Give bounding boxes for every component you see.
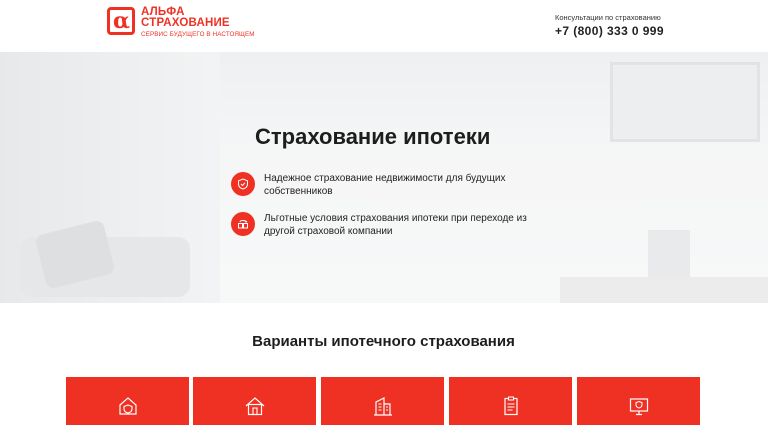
variant-tile-document[interactable] (449, 377, 572, 425)
house-icon (244, 395, 266, 425)
variant-tile-house-shield[interactable] (66, 377, 189, 425)
site-header: α АЛЬФА СТРАХОВАНИЕ СЕРВИС БУДУЩЕГО В НА… (0, 0, 768, 52)
page-title: Страхование ипотеки (255, 124, 491, 149)
monitor-shield-icon (628, 395, 650, 425)
logo-tagline: СЕРВИС БУДУЩЕГО В НАСТОЯЩЕМ (141, 31, 255, 38)
variant-tile-monitor-shield[interactable] (577, 377, 700, 425)
feature-text: Льготные условия страхования ипотеки при… (264, 213, 527, 237)
section-title: Варианты ипотечного страхования (252, 333, 515, 350)
hero-section: Страхование ипотеки Надежное страхование… (0, 52, 768, 303)
phone-link[interactable]: +7 (800) 333 0 999 (555, 23, 664, 39)
transfer-icon (231, 212, 255, 236)
variant-tile-building[interactable] (321, 377, 444, 425)
variants-section: Варианты ипотечного страхования (36, 303, 731, 425)
contact-block: Консультации по страхованию +7 (800) 333… (555, 13, 664, 39)
logo-line-2: СТРАХОВАНИЕ (141, 17, 230, 29)
alpha-logo-icon: α (107, 7, 135, 35)
feature-item: Надежное страхование недвижимости для бу… (231, 172, 534, 198)
house-shield-icon (117, 395, 139, 425)
shield-icon (231, 172, 255, 196)
feature-item: Льготные условия страхования ипотеки при… (231, 212, 534, 238)
feature-text: Надежное страхование недвижимости для бу… (264, 173, 506, 197)
logo-text: АЛЬФА СТРАХОВАНИЕ СЕРВИС БУДУЩЕГО В НАСТ… (141, 6, 255, 39)
building-icon (372, 395, 394, 425)
variant-tile-house[interactable] (193, 377, 316, 425)
contact-label: Консультации по страхованию (555, 13, 661, 22)
document-icon (500, 395, 522, 425)
logo[interactable]: α АЛЬФА СТРАХОВАНИЕ СЕРВИС БУДУЩЕГО В НА… (107, 6, 255, 39)
